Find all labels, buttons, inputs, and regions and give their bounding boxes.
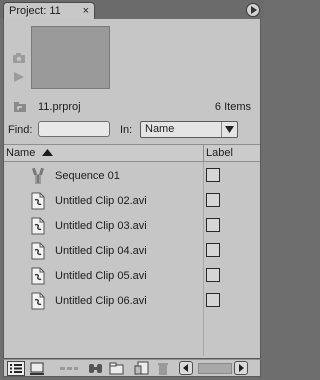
sequence-icon <box>31 167 45 184</box>
new-item-icon[interactable] <box>134 361 150 376</box>
scroll-left-icon <box>183 364 188 372</box>
item-count: 6 Items <box>214 101 251 113</box>
poster-frame-icon[interactable] <box>12 52 26 64</box>
find-input[interactable] <box>38 121 110 137</box>
clip-file-icon <box>31 267 45 285</box>
item-name: Untitled Clip 06.avi <box>55 295 147 307</box>
find-icon[interactable] <box>88 361 104 376</box>
label-checkbox[interactable] <box>206 268 220 282</box>
list-header: Name Label <box>4 144 260 163</box>
clip-file-icon <box>31 292 45 310</box>
label-checkbox[interactable] <box>206 243 220 257</box>
panel-menu-button[interactable] <box>246 3 260 17</box>
item-name: Sequence 01 <box>55 170 120 182</box>
list-item[interactable]: Untitled Clip 04.avi <box>4 240 260 264</box>
column-divider[interactable] <box>203 145 204 163</box>
label-checkbox[interactable] <box>206 293 220 307</box>
tab-title: Project: 11 <box>9 5 61 17</box>
chevron-down-icon <box>221 122 237 137</box>
scroll-right-icon <box>239 364 244 372</box>
bottom-toolbar <box>3 359 261 377</box>
sort-ascending-icon[interactable] <box>42 149 53 156</box>
item-name: Untitled Clip 05.avi <box>55 270 147 282</box>
clear-icon[interactable] <box>156 361 170 376</box>
in-label: In: <box>120 124 133 136</box>
list-item[interactable]: Sequence 01 <box>4 165 260 189</box>
clip-file-icon <box>31 242 45 260</box>
list-view-icon[interactable] <box>7 361 25 376</box>
project-panel: 11.prproj 6 Items Find: In: Name Name La… <box>3 19 261 359</box>
list-item[interactable]: Untitled Clip 03.avi <box>4 215 260 239</box>
play-arrow-icon <box>251 6 257 14</box>
clip-file-icon <box>31 192 45 210</box>
scroll-right-button[interactable] <box>234 361 248 375</box>
automate-to-sequence-icon[interactable] <box>59 361 79 376</box>
clip-file-icon <box>31 217 45 235</box>
item-name: Untitled Clip 02.avi <box>55 195 147 207</box>
icon-view-icon[interactable] <box>29 361 45 376</box>
horizontal-scrollbar[interactable] <box>198 363 232 374</box>
panel-tab-strip: Project: 11 × <box>0 0 264 20</box>
column-header-name[interactable]: Name <box>6 147 35 159</box>
project-name: 11.prproj <box>38 101 81 113</box>
tab-project[interactable]: Project: 11 × <box>3 2 95 20</box>
find-label: Find: <box>8 124 33 136</box>
in-select[interactable]: Name <box>140 121 238 138</box>
label-checkbox[interactable] <box>206 193 220 207</box>
item-name: Untitled Clip 03.avi <box>55 220 147 232</box>
item-name: Untitled Clip 04.avi <box>55 245 147 257</box>
column-header-label[interactable]: Label <box>206 147 233 159</box>
list-item[interactable]: Untitled Clip 02.avi <box>4 190 260 214</box>
play-preview-icon[interactable] <box>12 71 26 83</box>
parent-folder-icon[interactable] <box>13 101 27 113</box>
list-item[interactable]: Untitled Clip 06.avi <box>4 290 260 314</box>
close-icon[interactable]: × <box>83 3 89 19</box>
label-checkbox[interactable] <box>206 168 220 182</box>
preview-thumbnail <box>31 26 110 89</box>
new-bin-icon[interactable] <box>109 361 125 376</box>
scroll-left-button[interactable] <box>179 361 193 375</box>
label-checkbox[interactable] <box>206 218 220 232</box>
in-select-value: Name <box>145 123 175 135</box>
list-item[interactable]: Untitled Clip 05.avi <box>4 265 260 289</box>
